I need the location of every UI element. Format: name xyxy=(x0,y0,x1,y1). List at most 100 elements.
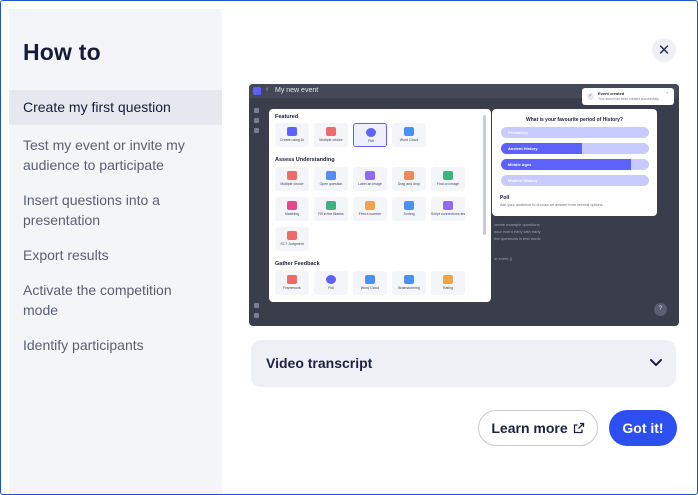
multiple-choice-icon xyxy=(326,127,336,136)
tile-label: Open question xyxy=(319,182,343,186)
sidebar-item-create-first-question[interactable]: Create my first question xyxy=(9,90,222,125)
preview-back-icon: ‹ xyxy=(266,86,269,93)
tile-label: Framework xyxy=(283,286,301,290)
preview-side-icon xyxy=(254,118,259,123)
tile-label: Fill in the Blanks xyxy=(318,212,344,216)
tile-label: Find on image xyxy=(436,182,460,186)
tile-label: Script connections test xyxy=(431,212,465,216)
poll-type-title: Poll xyxy=(500,195,510,201)
tile-poll[interactable]: Poll xyxy=(314,271,348,295)
tile-poll[interactable]: Poll xyxy=(353,123,387,147)
tile-open-question[interactable]: Open question xyxy=(314,167,348,191)
find-image-icon xyxy=(443,171,453,180)
learn-more-button[interactable]: Learn more xyxy=(478,410,598,446)
ai-pen-icon xyxy=(287,127,297,136)
tile-fill-in-the-blanks[interactable]: Fill in the Blanks xyxy=(314,197,348,221)
tile-label: Matching xyxy=(284,212,300,216)
poll-option-label: Middle Ages xyxy=(508,162,532,167)
preview-bg-text: ur event () xyxy=(494,256,513,261)
sidebar-item-test-event[interactable]: Test my event or invite my audience to p… xyxy=(9,135,222,175)
transcript-label: Video transcript xyxy=(266,355,373,371)
learn-more-label: Learn more xyxy=(491,420,568,436)
tile-rating[interactable]: Rating xyxy=(431,271,465,295)
fill-blanks-icon xyxy=(326,201,336,210)
tile-label: Sorting xyxy=(403,212,415,216)
menu-section-title: Featured xyxy=(275,114,299,120)
sidebar: How to Create my first question Test my … xyxy=(9,9,222,494)
word-cloud-icon xyxy=(404,127,414,136)
video-transcript-accordion[interactable]: Video transcript xyxy=(251,340,676,387)
poll-option-label: Modern History xyxy=(508,178,538,183)
sidebar-title: How to xyxy=(23,39,101,65)
poll-type-description: Ask your audience to choose an answer fr… xyxy=(500,203,604,207)
poll-option-label: Ancient History xyxy=(508,146,538,151)
tile-label: Multiple choice xyxy=(319,138,343,142)
tile-framework[interactable]: Framework xyxy=(275,271,309,295)
external-link-icon xyxy=(573,422,584,434)
tile-word-cloud[interactable]: Word Cloud xyxy=(353,271,387,295)
tile-multiple-choice[interactable]: Multiple choice xyxy=(314,123,348,147)
poll-option-label: Prehistory xyxy=(508,130,528,135)
tile-label: Rating xyxy=(442,286,454,290)
sct-icon xyxy=(287,231,297,240)
sidebar-item-export-results[interactable]: Export results xyxy=(9,245,222,265)
tile-label: Find a number xyxy=(358,212,382,216)
tile-label: Poll xyxy=(328,286,334,290)
got-it-button[interactable]: Got it! xyxy=(609,410,677,446)
preview-side-icon xyxy=(254,313,259,318)
tile-word-cloud[interactable]: Word Cloud xyxy=(392,123,426,147)
poll-option-bar: Middle Ages xyxy=(501,159,649,170)
open-question-icon xyxy=(326,171,336,180)
preview-event-title: My new event xyxy=(275,87,319,94)
preview-side-icon xyxy=(254,303,259,308)
poll-option-bar: Ancient History xyxy=(501,143,649,154)
drag-drop-icon xyxy=(404,171,414,180)
sorting-icon xyxy=(404,201,414,210)
matching-icon xyxy=(287,201,297,210)
video-preview[interactable]: ‹ My new event create example questions … xyxy=(249,84,679,326)
tile-label: Word Cloud xyxy=(399,138,419,142)
poll-preview-card: What is your favourite period of History… xyxy=(492,109,657,216)
menu-section-title: Gather Feedback xyxy=(275,261,320,267)
tile-label: Brainstorming xyxy=(398,286,420,290)
script-test-icon xyxy=(443,201,453,210)
tile-find-on-image[interactable]: Find on image xyxy=(431,167,465,191)
tile-script-connections-test[interactable]: Script connections test xyxy=(431,197,465,221)
brainstorming-icon xyxy=(404,275,414,284)
preview-bg-text: the questions in test mode xyxy=(494,236,541,241)
tile-label: Create using AI xyxy=(280,138,304,142)
preview-logo xyxy=(253,87,261,95)
tile-drag-and-drop[interactable]: Drag and drop xyxy=(392,167,426,191)
check-icon: ✓ xyxy=(587,93,594,100)
poll-question: What is your favourite period of History… xyxy=(526,117,623,123)
sidebar-item-identify-participants[interactable]: Identify participants xyxy=(9,335,222,355)
poll-option-bar: Prehistory xyxy=(501,127,649,138)
poll-option-bar: Modern History xyxy=(501,175,649,186)
close-icon: ✕ xyxy=(657,41,671,59)
poll-icon xyxy=(326,275,336,284)
help-icon[interactable]: ? xyxy=(654,303,667,316)
menu-scrollbar[interactable] xyxy=(483,115,486,235)
toast-title: Event created xyxy=(598,91,625,96)
tile-sct-judgment[interactable]: SCT Judgment xyxy=(275,227,309,251)
tile-matching[interactable]: Matching xyxy=(275,197,309,221)
toast-close-icon[interactable]: × xyxy=(666,90,668,95)
preview-side-icon xyxy=(254,108,259,113)
tile-find-a-number[interactable]: Find a number xyxy=(353,197,387,221)
event-created-toast: ✓ Event created Your event has been crea… xyxy=(582,88,674,105)
tile-label: Word Cloud xyxy=(360,286,380,290)
tile-label-an-image[interactable]: Label an image xyxy=(353,167,387,191)
close-button[interactable]: ✕ xyxy=(652,38,676,62)
tile-create-using-ai[interactable]: Create using AI xyxy=(275,123,309,147)
toast-subtitle: Your event has been created successfully… xyxy=(598,97,660,101)
sidebar-item-competition-mode[interactable]: Activate the competition mode xyxy=(9,280,222,320)
tile-label: SCT Judgment xyxy=(280,242,304,246)
tile-brainstorming[interactable]: Brainstorming xyxy=(392,271,426,295)
multiple-choice-icon xyxy=(287,171,297,180)
menu-section-title: Assess Understanding xyxy=(275,157,335,163)
tile-multiple-choice[interactable]: Multiple choice xyxy=(275,167,309,191)
sidebar-item-insert-questions[interactable]: Insert questions into a presentation xyxy=(9,190,222,230)
label-image-icon xyxy=(365,171,375,180)
chevron-down-icon xyxy=(650,359,662,366)
tile-sorting[interactable]: Sorting xyxy=(392,197,426,221)
